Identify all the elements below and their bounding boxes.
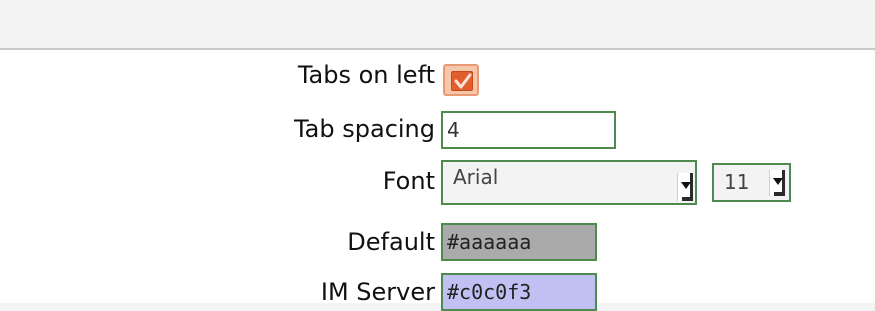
checkmark-icon (454, 73, 472, 89)
dropdown-arrow-icon (773, 178, 783, 185)
button-shadow (774, 192, 785, 196)
font-size-dropdown-button[interactable] (769, 170, 785, 196)
tabs-on-left-checkbox[interactable] (443, 64, 479, 96)
font-family-value: Arial (453, 165, 499, 189)
font-size-select[interactable]: 11 (712, 163, 791, 202)
font-label: Font (382, 167, 435, 195)
im-server-color-input[interactable] (441, 273, 597, 311)
toolbar-strip (0, 0, 875, 50)
button-shadow (682, 197, 693, 201)
dropdown-arrow-icon (681, 182, 691, 189)
default-color-input[interactable] (441, 223, 597, 261)
tab-spacing-input[interactable] (441, 111, 616, 149)
tab-spacing-label: Tab spacing (293, 115, 435, 143)
font-size-value: 11 (724, 170, 750, 194)
font-family-dropdown-button[interactable] (677, 173, 693, 201)
tabs-on-left-label: Tabs on left (297, 61, 435, 89)
default-color-label: Default (347, 228, 435, 256)
font-family-select[interactable]: Arial (441, 160, 697, 205)
